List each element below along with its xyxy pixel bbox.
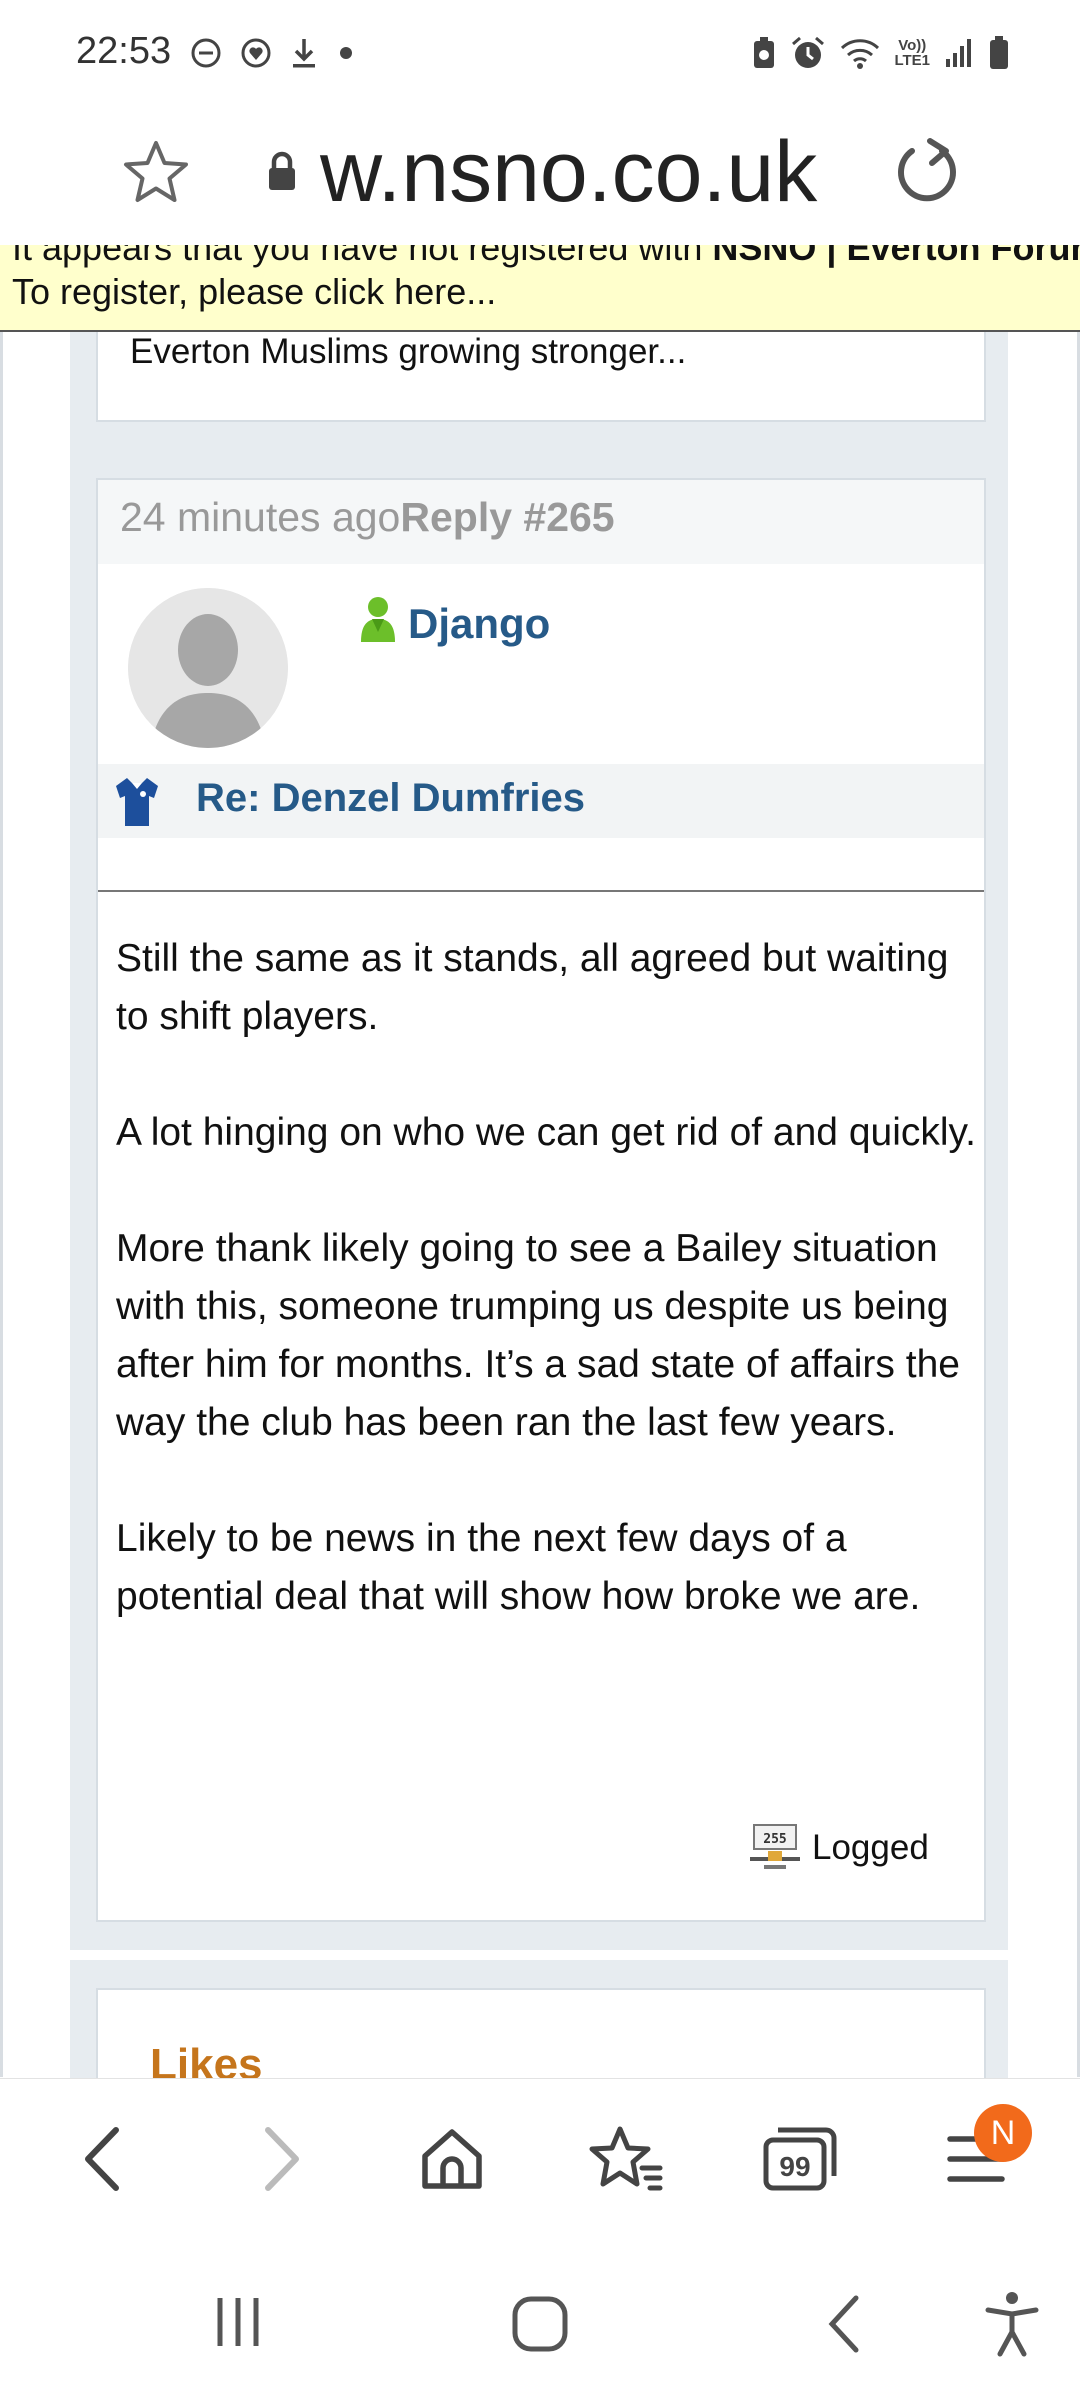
wifi-icon [841,39,880,69]
download-icon [293,39,315,68]
post-subject-bar: Re: Denzel Dumfries [98,764,984,838]
ip-logged-icon-text: 255 [763,1832,786,1847]
recent-apps-icon[interactable] [210,2294,266,2350]
status-right-icons: Vo)) LTE1 [752,30,1010,76]
do-not-disturb-icon [191,38,221,68]
post: Django Re: Denzel Dumfries Still the sam… [96,564,986,1922]
reload-icon[interactable] [890,137,962,209]
forward-button[interactable] [242,2119,322,2199]
register-banner-site: NSNO | Everton Forum [712,245,1080,268]
dot-icon [340,47,352,59]
username[interactable]: Django [408,600,550,648]
post-text: Still the same as it stands, all agreed … [116,930,976,1684]
home-system-icon[interactable] [510,2294,570,2354]
back-system-icon[interactable] [822,2294,866,2354]
accessibility-icon[interactable] [982,2290,1042,2358]
system-nav-bar [0,2238,1080,2400]
star-outline-icon[interactable] [120,137,192,209]
likes-title: Likes [150,2040,263,2080]
back-arrow-icon [85,2127,119,2191]
volte-label: Vo)) [898,37,927,54]
post-meta: 24 minutes agoReply #265 [120,494,615,541]
shirt-icon [116,778,158,826]
forward-arrow-icon [265,2127,299,2191]
post-time: 24 minutes ago [120,494,401,540]
url-text[interactable]: w.nsno.co.uk [320,123,817,222]
register-banner[interactable]: It appears that you have not registered … [0,245,1080,332]
status-left-icons [190,30,356,76]
back-button[interactable] [62,2119,142,2199]
post-divider [98,890,984,892]
lte-label: LTE1 [894,52,930,69]
post-subject[interactable]: Re: Denzel Dumfries [196,776,585,821]
post-header: 24 minutes agoReply #265 [96,478,986,566]
page-left-rail [0,332,3,2077]
home-icon [422,2129,482,2189]
post-paragraph: A lot hinging on who we can get rid of a… [116,1111,976,1154]
reply-link[interactable]: Reply #265 [400,494,614,540]
status-time: 22:53 [76,30,172,72]
user-online-icon [361,597,395,642]
signal-icon [946,39,971,67]
alarm-icon [792,36,825,68]
heart-notification-icon [241,38,271,68]
post-paragraph: Likely to be news in the next few days o… [116,1517,921,1618]
browser-url-bar: w.nsno.co.uk [0,105,1080,245]
lock-icon [269,151,295,190]
volte-icon: Vo)) LTE1 [894,38,930,68]
register-banner-prefix: It appears that you have not registered … [12,245,713,268]
avatar[interactable] [128,588,288,748]
previous-post: Everton Muslims growing stronger... [96,332,986,422]
ip-logged-icon: 255 [750,1824,800,1869]
logged-indicator: 255 Logged [750,1820,929,1876]
bookmark-star-icon [589,2126,663,2191]
tabs-button[interactable]: 99 [760,2119,840,2199]
tabs-count: 99 [779,2151,810,2182]
register-banner-line1: It appears that you have not registered … [12,245,1080,269]
browser-bottom-nav: 99 [0,2078,1080,2239]
post-paragraph: Still the same as it stands, all agreed … [116,937,949,1038]
status-bar: 22:53 Vo)) LTE1 [0,0,1080,105]
notification-badge: N [974,2104,1032,2162]
tabs-icon: 99 [763,2127,837,2191]
previous-post-text: Everton Muslims growing stronger... [130,332,687,371]
battery-icon [990,36,1008,69]
likes-box: Likes [96,1988,986,2080]
register-link[interactable]: To register, please click here... [12,271,496,313]
default-avatar-icon [128,588,288,748]
home-button[interactable] [412,2119,492,2199]
bookmarks-button[interactable] [586,2119,666,2199]
battery-saver-icon [754,37,775,68]
logged-label: Logged [812,1828,929,1867]
post-paragraph: More thank likely going to see a Bailey … [116,1227,960,1444]
